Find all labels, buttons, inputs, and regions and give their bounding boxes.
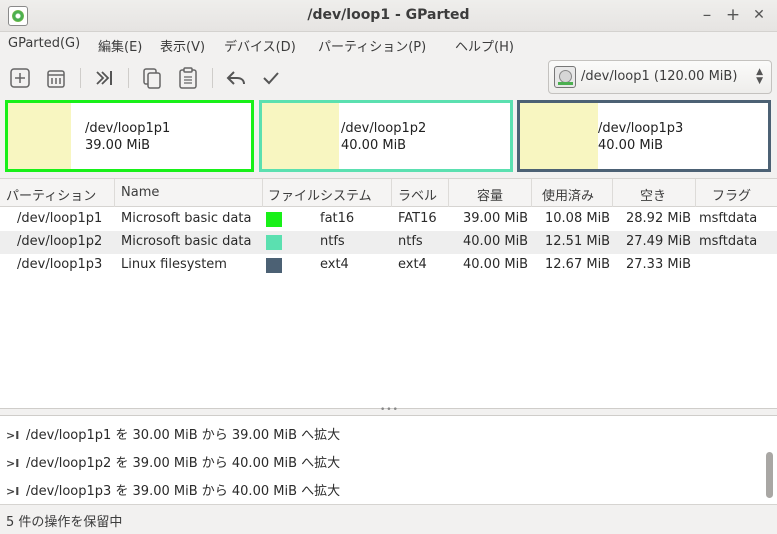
toolbar-separator: [80, 68, 81, 88]
partition-map-name: /dev/loop1p3: [598, 121, 684, 136]
cell-used: 10.08 MiB: [545, 211, 611, 226]
cell-free: 28.92 MiB: [626, 211, 692, 226]
menu-view[interactable]: 表示(V): [160, 36, 205, 55]
table-header: パーティション Name ファイルシステム ラベル 容量 使用済み 空き フラグ: [0, 179, 777, 207]
operation-text: /dev/loop1p2 を 39.00 MiB から 40.00 MiB へ拡…: [26, 456, 341, 471]
cell-partition: /dev/loop1p1: [17, 211, 103, 226]
minimize-button[interactable]: –: [697, 5, 717, 25]
toolbar-separator: [212, 68, 213, 88]
splitter-grip-icon: •••: [380, 405, 399, 415]
copy-icon[interactable]: [140, 66, 164, 90]
column-header-size[interactable]: 容量: [477, 185, 503, 204]
menu-partition[interactable]: パーティション(P): [318, 36, 426, 55]
column-header-used[interactable]: 使用済み: [542, 185, 594, 204]
resize-op-icon: >I: [6, 485, 20, 498]
cell-flags: msftdata: [699, 234, 758, 249]
operation-text: /dev/loop1p3 を 39.00 MiB から 40.00 MiB へ拡…: [26, 484, 341, 499]
cell-name: Linux filesystem: [121, 257, 227, 272]
cell-filesystem: fat16: [320, 211, 355, 226]
used-space-bar: [262, 103, 339, 169]
partition-map-block-3[interactable]: /dev/loop1p3 40.00 MiB: [517, 100, 771, 172]
device-selector[interactable]: /dev/loop1 (120.00 MiB) ▲ ▼: [548, 60, 772, 94]
title-bar: /dev/loop1 - GParted – + ✕: [0, 0, 777, 32]
partition-map-name: /dev/loop1p2: [341, 121, 427, 136]
cell-size: 39.00 MiB: [463, 211, 529, 226]
cell-label: ext4: [398, 257, 427, 272]
cell-size: 40.00 MiB: [463, 257, 529, 272]
used-space-bar: [520, 103, 598, 169]
new-partition-icon[interactable]: [8, 66, 32, 90]
table-row[interactable]: /dev/loop1p2 Microsoft basic data ntfs n…: [0, 231, 777, 254]
partition-map-size: 39.00 MiB: [85, 138, 151, 153]
cell-label: ntfs: [398, 234, 423, 249]
cell-name: Microsoft basic data: [121, 234, 252, 249]
menu-device[interactable]: デバイス(D): [224, 36, 296, 55]
filesystem-color-swatch: [266, 235, 282, 250]
list-item[interactable]: >I/dev/loop1p3 を 39.00 MiB から 40.00 MiB …: [6, 480, 340, 502]
partition-table: パーティション Name ファイルシステム ラベル 容量 使用済み 空き フラグ…: [0, 178, 777, 408]
cell-partition: /dev/loop1p3: [17, 257, 103, 272]
partition-map-name: /dev/loop1p1: [85, 121, 171, 136]
partition-map-block-1[interactable]: /dev/loop1p1 39.00 MiB: [5, 100, 254, 172]
cell-filesystem: ext4: [320, 257, 349, 272]
cell-size: 40.00 MiB: [463, 234, 529, 249]
toolbar-separator: [128, 68, 129, 88]
cell-used: 12.51 MiB: [545, 234, 611, 249]
partition-map-size: 40.00 MiB: [598, 138, 664, 153]
used-space-bar: [8, 103, 71, 169]
resize-op-icon: >I: [6, 429, 20, 442]
updown-arrows-icon: ▲ ▼: [756, 67, 763, 86]
resize-move-icon[interactable]: [92, 66, 116, 90]
cell-label: FAT16: [398, 211, 437, 226]
close-button[interactable]: ✕: [749, 5, 769, 25]
status-text: 5 件の操作を保留中: [6, 515, 123, 530]
menu-bar: GParted(G) 編集(E) 表示(V) デバイス(D) パーティション(P…: [0, 32, 777, 56]
cell-free: 27.33 MiB: [626, 257, 692, 272]
undo-icon[interactable]: [224, 66, 248, 90]
status-bar: 5 件の操作を保留中: [0, 504, 777, 534]
paste-icon[interactable]: [176, 66, 200, 90]
column-header-label[interactable]: ラベル: [398, 185, 437, 204]
apply-icon[interactable]: [259, 66, 283, 90]
column-header-partition[interactable]: パーティション: [6, 185, 96, 204]
maximize-button[interactable]: +: [723, 5, 743, 25]
pane-splitter[interactable]: •••: [0, 405, 777, 416]
column-header-flags[interactable]: フラグ: [712, 185, 751, 204]
partition-map-block-2[interactable]: /dev/loop1p2 40.00 MiB: [259, 100, 513, 172]
vertical-scrollbar[interactable]: [766, 452, 773, 498]
column-header-filesystem[interactable]: ファイルシステム: [268, 185, 372, 204]
filesystem-color-swatch: [266, 258, 282, 273]
list-item[interactable]: >I/dev/loop1p1 を 30.00 MiB から 39.00 MiB …: [6, 424, 340, 446]
column-header-name[interactable]: Name: [121, 185, 159, 200]
cell-partition: /dev/loop1p2: [17, 234, 103, 249]
table-row[interactable]: /dev/loop1p3 Linux filesystem ext4 ext4 …: [0, 254, 777, 277]
device-selector-label: /dev/loop1 (120.00 MiB): [581, 69, 738, 84]
harddisk-icon: [554, 66, 576, 88]
table-row[interactable]: /dev/loop1p1 Microsoft basic data fat16 …: [0, 208, 777, 231]
window-title: /dev/loop1 - GParted: [307, 7, 470, 23]
pending-operations-list: >I/dev/loop1p1 を 30.00 MiB から 39.00 MiB …: [0, 416, 777, 504]
list-item[interactable]: >I/dev/loop1p2 を 39.00 MiB から 40.00 MiB …: [6, 452, 340, 474]
resize-op-icon: >I: [6, 457, 20, 470]
filesystem-color-swatch: [266, 212, 282, 227]
cell-filesystem: ntfs: [320, 234, 345, 249]
operation-text: /dev/loop1p1 を 30.00 MiB から 39.00 MiB へ拡…: [26, 428, 341, 443]
column-header-free[interactable]: 空き: [640, 185, 666, 204]
delete-icon[interactable]: [44, 66, 68, 90]
menu-help[interactable]: ヘルプ(H): [455, 36, 514, 55]
partition-map-size: 40.00 MiB: [341, 138, 407, 153]
cell-free: 27.49 MiB: [626, 234, 692, 249]
cell-flags: msftdata: [699, 211, 758, 226]
cell-used: 12.67 MiB: [545, 257, 611, 272]
cell-name: Microsoft basic data: [121, 211, 252, 226]
menu-gparted[interactable]: GParted(G): [8, 36, 80, 51]
menu-edit[interactable]: 編集(E): [98, 36, 142, 55]
